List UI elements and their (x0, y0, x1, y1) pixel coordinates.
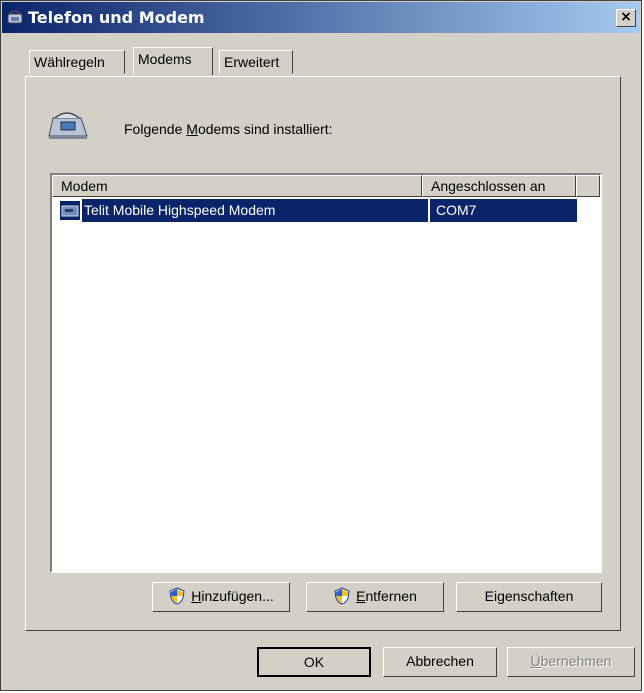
modem-device-icon (48, 112, 88, 139)
add-modem-button[interactable]: Hinzufügen... (152, 582, 290, 612)
cancel-button[interactable]: Abbrechen (383, 647, 497, 677)
column-header-filler (576, 175, 600, 197)
close-button[interactable]: × (616, 9, 636, 27)
modem-port-cell: COM7 (429, 198, 578, 223)
tab-dialing-rules[interactable]: Wählregeln (29, 50, 125, 74)
installed-modems-label: Folgende Modems sind installiert: (124, 121, 333, 137)
tab-advanced[interactable]: Erweitert (219, 50, 293, 74)
table-row[interactable]: Telit Mobile Highspeed Modem COM7 (60, 198, 578, 223)
window-title: Telefon und Modem (28, 8, 205, 27)
apply-button[interactable]: Übernehmen (507, 647, 635, 677)
column-header-port[interactable]: Angeschlossen an (422, 175, 576, 197)
tab-modems[interactable]: Modems (133, 47, 213, 75)
dialog-window: Telefon und Modem × Wählregeln Modems Er… (0, 0, 642, 691)
modems-panel: Folgende Modems sind installiert: Modem … (25, 76, 621, 631)
ok-button[interactable]: OK (257, 647, 371, 677)
close-icon: × (620, 9, 632, 25)
title-bar[interactable]: Telefon und Modem × (2, 2, 640, 33)
telephone-modem-icon (7, 10, 23, 24)
remove-modem-button[interactable]: Entfernen (306, 582, 444, 612)
column-header-modem[interactable]: Modem (52, 175, 422, 197)
uac-shield-icon (334, 587, 350, 605)
modem-icon (60, 201, 80, 220)
uac-shield-icon (169, 587, 185, 605)
modem-name-cell: Telit Mobile Highspeed Modem (82, 199, 428, 222)
modem-properties-button[interactable]: Eigenschaften (456, 582, 602, 612)
modem-list[interactable]: Modem Angeschlossen an Telit Mobile High… (50, 173, 602, 573)
